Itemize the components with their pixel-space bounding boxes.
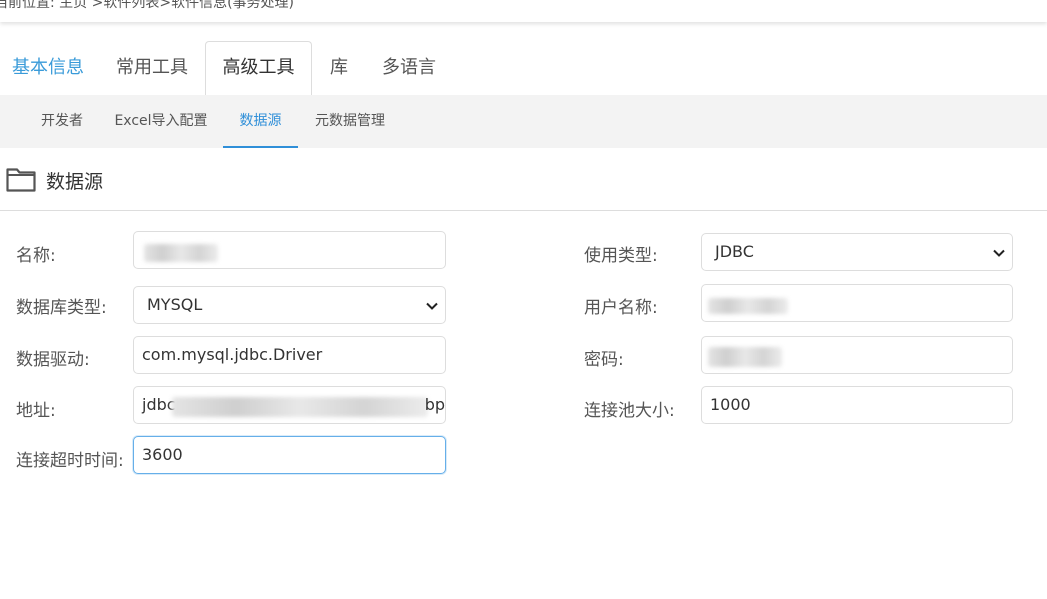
driver-input[interactable]: com.mysql.jdbc.Driver (133, 336, 446, 374)
chevron-down-icon (426, 302, 438, 310)
driver-value: com.mysql.jdbc.Driver (142, 345, 323, 364)
password-input[interactable] (701, 336, 1013, 374)
breadcrumb: 当前位置: 主页 >软件列表>软件信息(事务处理) (0, 0, 295, 11)
breadcrumb-bar: 当前位置: 主页 >软件列表>软件信息(事务处理) (0, 0, 1047, 22)
timeout-value: 3600 (142, 445, 183, 464)
usage-type-value: JDBC (715, 242, 754, 261)
name-label: 名称: (16, 246, 56, 266)
pool-size-label: 连接池大小: (584, 401, 675, 421)
username-label: 用户名称: (584, 298, 658, 318)
db-type-label: 数据库类型: (16, 298, 107, 318)
chevron-down-icon (993, 249, 1005, 257)
tab-multilanguage[interactable]: 多语言 (368, 42, 450, 94)
section-header: 数据源 (0, 160, 1047, 211)
tab-common-tools[interactable]: 常用工具 (104, 42, 200, 94)
subtab-datasource[interactable]: 数据源 (223, 95, 298, 148)
driver-label: 数据驱动: (16, 350, 90, 370)
db-type-select[interactable]: MYSQL (133, 286, 446, 324)
address-input[interactable]: jdbc bp (133, 386, 446, 424)
sub-tabs: 开发者 Excel导入配置 数据源 元数据管理 (0, 95, 1047, 148)
redacted-text (144, 244, 218, 262)
name-input[interactable] (133, 231, 446, 269)
tab-advanced-tools[interactable]: 高级工具 (205, 41, 312, 96)
redacted-text (708, 298, 788, 314)
password-label: 密码: (584, 350, 624, 370)
folder-icon (6, 168, 36, 192)
main-tabs: 基本信息 常用工具 高级工具 库 多语言 (0, 41, 1047, 96)
db-type-value: MYSQL (147, 295, 203, 314)
usage-type-label: 使用类型: (584, 246, 658, 266)
usage-type-select[interactable]: JDBC (701, 233, 1013, 271)
redacted-text (172, 397, 428, 417)
address-value-prefix: jdbc (142, 395, 176, 414)
tab-library[interactable]: 库 (318, 42, 360, 94)
section-title: 数据源 (46, 171, 104, 193)
username-input[interactable] (701, 284, 1013, 322)
timeout-label: 连接超时时间: (16, 451, 124, 471)
address-label: 地址: (16, 401, 56, 421)
redacted-text (708, 347, 782, 367)
pool-size-input[interactable]: 1000 (701, 386, 1013, 424)
pool-size-value: 1000 (710, 395, 751, 414)
tab-basic-info[interactable]: 基本信息 (0, 42, 96, 94)
subtab-excel-import[interactable]: Excel导入配置 (104, 95, 218, 148)
timeout-input[interactable]: 3600 (133, 436, 446, 474)
subtab-metadata[interactable]: 元数据管理 (303, 95, 397, 148)
address-value-suffix: bp (424, 395, 445, 414)
subtab-developer[interactable]: 开发者 (25, 95, 99, 148)
